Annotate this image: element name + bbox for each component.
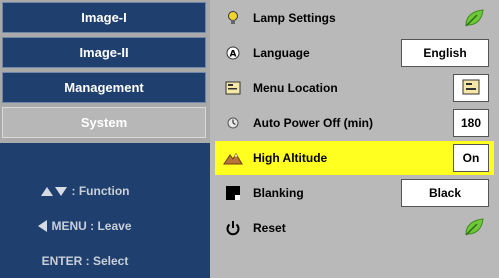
auto-power-off-label: Auto Power Off (min) [253, 116, 373, 130]
power-icon [223, 218, 243, 238]
lamp-settings-row[interactable]: Lamp Settings [211, 1, 499, 35]
tab-image-2[interactable]: Image-II [2, 37, 206, 68]
tab-system[interactable]: System [2, 107, 206, 138]
reset-row[interactable]: Reset [211, 211, 499, 245]
language-label: Language [253, 46, 310, 60]
timer-icon [223, 113, 243, 133]
osd-menu: Image-I Image-II Management System : Fun… [0, 0, 499, 278]
high-altitude-value-text: On [462, 151, 480, 165]
help-leave-text: MENU : Leave [51, 219, 132, 233]
help-select-text: ENTER : Select [41, 254, 129, 268]
blanking-value[interactable]: Black [401, 179, 489, 207]
menu-location-row[interactable]: Menu Location [211, 71, 499, 105]
help-leave: MENU : Leave [0, 219, 170, 233]
help-select: ENTER : Select [0, 254, 170, 268]
help-panel: : Function MENU : Leave ENTER : Select [0, 143, 210, 278]
tab-image-2-label: Image-II [79, 45, 129, 60]
tab-image-1[interactable]: Image-I [2, 2, 206, 33]
left-arrow-icon [38, 220, 48, 232]
high-altitude-row[interactable]: High Altitude On [215, 141, 494, 175]
tab-system-label: System [80, 115, 128, 130]
svg-text:A: A [230, 50, 237, 60]
lamp-settings-label: Lamp Settings [253, 11, 336, 25]
reset-label: Reset [253, 221, 286, 235]
blanking-value-text: Black [428, 186, 462, 200]
high-altitude-value[interactable]: On [453, 144, 489, 172]
auto-power-off-value[interactable]: 180 [453, 109, 489, 137]
auto-power-off-value-text: 180 [460, 116, 482, 130]
leaf-icon[interactable] [463, 217, 485, 242]
leaf-icon[interactable] [463, 8, 485, 33]
settings-panel: Lamp Settings A Language English Menu Lo… [211, 0, 499, 278]
language-value-text: English [423, 46, 467, 60]
menu-location-value[interactable] [453, 74, 489, 102]
menu-location-label: Menu Location [253, 81, 338, 95]
category-panel: Image-I Image-II Management System : Fun… [0, 0, 210, 278]
language-value[interactable]: English [401, 39, 489, 67]
auto-power-off-row[interactable]: Auto Power Off (min) 180 [211, 106, 499, 140]
tab-management[interactable]: Management [2, 72, 206, 103]
tab-image-1-label: Image-I [81, 10, 127, 25]
help-function-text: : Function [71, 184, 130, 198]
menu-location-value-icon [462, 79, 480, 98]
up-arrow-icon [40, 186, 53, 196]
language-row[interactable]: A Language English [211, 36, 499, 70]
help-function: : Function [0, 184, 170, 198]
language-icon: A [223, 43, 243, 63]
down-arrow-icon [54, 186, 67, 196]
blanking-row[interactable]: Blanking Black [211, 176, 499, 210]
high-altitude-label: High Altitude [253, 151, 328, 165]
bulb-icon [223, 8, 243, 28]
menu-location-icon [223, 78, 243, 98]
blanking-icon [223, 183, 243, 203]
blanking-label: Blanking [253, 186, 304, 200]
tab-management-label: Management [64, 80, 144, 95]
mountain-icon [223, 148, 243, 168]
